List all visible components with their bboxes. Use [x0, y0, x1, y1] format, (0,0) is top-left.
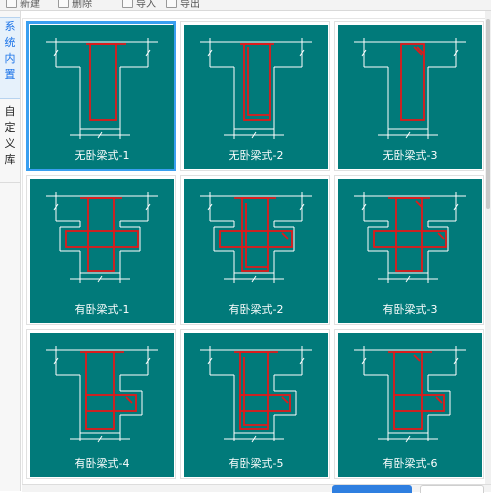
import-icon — [122, 0, 133, 8]
diagram-background — [338, 333, 482, 477]
section-diagram: 有卧梁式-5 — [184, 333, 328, 477]
diagram-background — [184, 25, 328, 169]
section-diagram: 有卧梁式-2 — [184, 179, 328, 323]
diagram-background — [338, 179, 482, 323]
tab-builtin-char: 内 — [4, 52, 16, 65]
section-diagram: 无卧梁式-1 — [30, 25, 174, 169]
section-diagram: 无卧梁式-3 — [338, 25, 482, 169]
section-thumbnail[interactable]: 有卧梁式-3 — [334, 175, 484, 325]
new-button[interactable]: 新建 — [6, 0, 40, 10]
import-label: 导入 — [136, 0, 156, 10]
section-thumbnail[interactable]: 有卧梁式-4 — [26, 329, 176, 479]
section-thumbnail[interactable]: 有卧梁式-5 — [180, 329, 330, 479]
thumbnail-caption: 有卧梁式-3 — [383, 302, 438, 316]
section-thumbnail[interactable]: 有卧梁式-2 — [180, 175, 330, 325]
section-diagram: 无卧梁式-2 — [184, 25, 328, 169]
tab-custom-char: 定 — [4, 121, 16, 134]
section-diagram: 有卧梁式-1 — [30, 179, 174, 323]
tab-builtin[interactable]: 系 统 内 置 — [0, 17, 20, 99]
tab-builtin-char: 统 — [4, 36, 16, 49]
tab-custom-char: 义 — [4, 137, 16, 150]
thumbnail-caption: 有卧梁式-1 — [75, 302, 130, 316]
section-thumbnail[interactable]: 无卧梁式-3 — [334, 21, 484, 171]
delete-label: 删除 — [72, 0, 92, 10]
thumbnail-caption: 有卧梁式-6 — [383, 456, 438, 470]
thumbnail-caption: 无卧梁式-3 — [383, 148, 438, 162]
vertical-scrollbar[interactable] — [485, 11, 491, 491]
diagram-background — [184, 333, 328, 477]
export-button[interactable]: 导出 — [166, 0, 200, 10]
section-thumbnail[interactable]: 有卧梁式-6 — [334, 329, 484, 479]
section-thumbnail[interactable]: 无卧梁式-2 — [180, 21, 330, 171]
toolbar: 新建 删除 导入 导出 — [0, 0, 491, 11]
tab-custom-char: 库 — [4, 153, 16, 166]
thumbnail-caption: 有卧梁式-5 — [229, 456, 284, 470]
import-button[interactable]: 导入 — [122, 0, 156, 10]
diagram-background — [184, 179, 328, 323]
cancel-button[interactable] — [420, 485, 484, 493]
tab-custom-char: 自 — [4, 105, 16, 118]
section-diagram: 有卧梁式-3 — [338, 179, 482, 323]
thumbnail-caption: 无卧梁式-2 — [229, 148, 284, 162]
tab-builtin-char: 系 — [4, 20, 16, 33]
scrollbar-thumb[interactable] — [486, 19, 490, 209]
export-label: 导出 — [180, 0, 200, 10]
diagram-background — [30, 333, 174, 477]
section-diagram: 有卧梁式-6 — [338, 333, 482, 477]
diagram-background — [338, 25, 482, 169]
confirm-button[interactable] — [332, 485, 412, 493]
new-label: 新建 — [20, 0, 40, 10]
thumbnail-caption: 有卧梁式-2 — [229, 302, 284, 316]
tab-builtin-char: 置 — [4, 68, 16, 81]
thumbnail-caption: 无卧梁式-1 — [75, 148, 130, 162]
thumbnail-caption: 有卧梁式-4 — [75, 456, 130, 470]
diagram-background — [30, 179, 174, 323]
new-icon — [6, 0, 17, 8]
export-icon — [166, 0, 177, 8]
tab-custom-library[interactable]: 自 定 义 库 — [0, 103, 20, 183]
section-diagram: 有卧梁式-4 — [30, 333, 174, 477]
section-thumbnail[interactable]: 无卧梁式-1 — [26, 21, 176, 171]
section-gallery: 无卧梁式-1 无卧梁式-2 无卧梁式-3 有卧梁式-1 有卧梁式-2 有卧梁式-3 有卧梁式… — [22, 18, 486, 488]
diagram-background — [30, 25, 174, 169]
delete-icon — [58, 0, 69, 8]
category-sidebar: 系 统 内 置 自 定 义 库 — [0, 11, 21, 491]
delete-button[interactable]: 删除 — [58, 0, 92, 10]
section-thumbnail[interactable]: 有卧梁式-1 — [26, 175, 176, 325]
